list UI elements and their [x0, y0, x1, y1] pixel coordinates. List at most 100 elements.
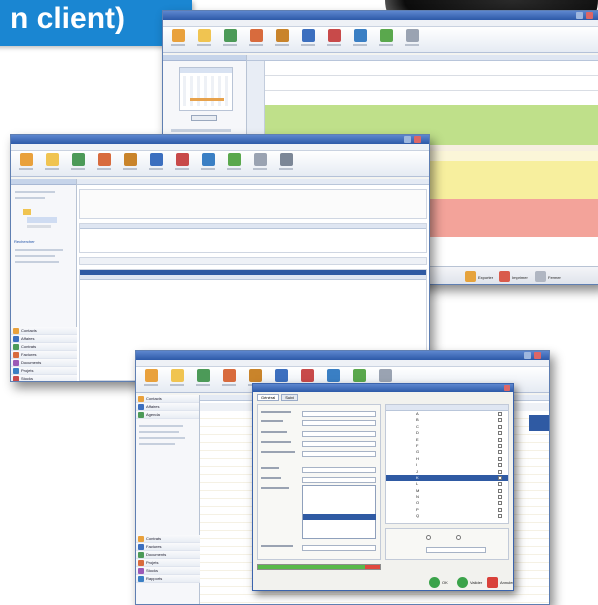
close-icon[interactable] [534, 352, 541, 359]
toolbar-button[interactable] [67, 153, 89, 170]
close-icon[interactable] [586, 12, 593, 19]
minimize-icon[interactable] [524, 352, 531, 359]
tab-follow-up[interactable]: Suivi [281, 394, 298, 401]
agenda-event-red[interactable] [425, 199, 598, 237]
nav-item-affaires[interactable]: Affaires [11, 335, 77, 343]
mini-calendar[interactable] [179, 67, 233, 111]
tree-view[interactable] [17, 207, 67, 233]
toolbar-button[interactable] [297, 29, 319, 46]
nav-item-contrats[interactable]: Contrats [136, 535, 200, 543]
left-pane-link[interactable] [171, 129, 231, 132]
nav-item-rapports[interactable]: Rapports [136, 575, 200, 583]
checkbox-icon[interactable] [498, 495, 502, 500]
nav-item-documents[interactable]: Documents [136, 551, 200, 559]
form-field[interactable] [302, 431, 376, 437]
toolbar-button[interactable] [140, 369, 162, 386]
nav-item-label: Factures [21, 352, 37, 357]
today-button[interactable] [191, 115, 217, 121]
checkbox-icon[interactable] [498, 482, 502, 487]
nav-item-stocks[interactable]: Stocks [11, 375, 77, 381]
nav-item-contacts[interactable]: Contacts [136, 395, 199, 403]
close-icon[interactable] [414, 136, 421, 143]
minimize-icon[interactable] [404, 136, 411, 143]
toolbar-button[interactable] [167, 29, 189, 46]
toolbar-button[interactable] [197, 153, 219, 170]
nav-item-factures[interactable]: Factures [11, 351, 77, 359]
toolbar-button[interactable] [93, 153, 115, 170]
form-field[interactable] [302, 420, 376, 426]
form-field[interactable] [302, 411, 376, 417]
action-bar [79, 257, 427, 265]
checkbox-icon[interactable] [498, 450, 502, 455]
toolbar-button[interactable] [349, 29, 371, 46]
checkbox-icon[interactable] [498, 418, 502, 423]
toolbar-button[interactable] [401, 29, 423, 46]
nav-item-agenda[interactable]: Agenda [136, 411, 199, 419]
checkbox-icon[interactable] [498, 514, 502, 519]
checkbox-icon[interactable] [498, 443, 502, 448]
toolbar-button[interactable] [166, 369, 188, 386]
checkbox-icon[interactable] [498, 501, 502, 506]
ok-button[interactable] [429, 577, 440, 588]
checkbox-icon[interactable] [498, 463, 502, 468]
form-select[interactable] [302, 467, 376, 473]
left-link-search[interactable]: Rechercher [11, 239, 35, 245]
nav-item-stocks[interactable]: Stocks [136, 567, 200, 575]
toolbar-button[interactable] [249, 153, 271, 170]
validate-button[interactable] [457, 577, 468, 588]
form-field[interactable] [426, 547, 486, 553]
toolbar-button-caption [197, 44, 211, 46]
form-select[interactable] [302, 477, 376, 483]
form-field[interactable] [302, 441, 376, 447]
toolbar-button[interactable] [323, 29, 345, 46]
tab-general[interactable]: Général [257, 394, 280, 401]
toolbar-button[interactable] [219, 29, 241, 46]
gear-icon [279, 153, 293, 166]
close-button-label: Fermer [548, 275, 561, 280]
toolbar-button[interactable] [375, 29, 397, 46]
cancel-button[interactable] [487, 577, 498, 588]
nav-item-label: Contacts [21, 328, 37, 333]
checkbox-icon[interactable] [498, 469, 502, 474]
checkbox-icon[interactable] [498, 431, 502, 436]
toolbar-button[interactable] [193, 29, 215, 46]
nav-item-contacts[interactable]: Contacts [11, 327, 77, 335]
checkbox-icon[interactable] [498, 412, 502, 416]
checkbox-icon[interactable] [498, 437, 502, 442]
checkbox-icon[interactable] [498, 488, 502, 493]
checkbox-icon[interactable] [498, 456, 502, 461]
toolbar-button[interactable] [41, 153, 63, 170]
agenda-event-yellow[interactable] [425, 161, 598, 199]
close-icon[interactable] [504, 385, 510, 391]
nav-item-projets[interactable]: Projets [136, 559, 200, 567]
nav-item-factures[interactable]: Factures [136, 543, 200, 551]
form-field[interactable] [302, 545, 376, 551]
dialog-checklist[interactable]: ABCDEFGHIJKLMNOPQ [385, 404, 509, 524]
toolbar-button[interactable] [171, 153, 193, 170]
minimize-icon[interactable] [576, 12, 583, 19]
toolbar-button[interactable] [275, 153, 297, 170]
export-button[interactable] [465, 271, 476, 282]
toolbar-button[interactable] [223, 153, 245, 170]
checklist-item[interactable]: Q [386, 513, 508, 519]
toolbar-button[interactable] [218, 369, 240, 386]
toolbar-button[interactable] [245, 29, 267, 46]
form-field[interactable] [302, 451, 376, 457]
nav-item-documents[interactable]: Documents [11, 359, 77, 367]
print-button[interactable] [499, 271, 510, 282]
checkbox-icon[interactable] [498, 475, 502, 480]
toolbar-button[interactable] [15, 153, 37, 170]
list-window: Rechercher Contacts Affaires Contrats Factu… [10, 134, 430, 382]
toolbar-button[interactable] [192, 369, 214, 386]
nav-item-label: Documents [146, 552, 167, 557]
toolbar-button[interactable] [119, 153, 141, 170]
toolbar-button[interactable] [271, 29, 293, 46]
nav-item-affaires[interactable]: Affaires [136, 403, 199, 411]
checkbox-icon[interactable] [498, 424, 502, 429]
toolbar-button[interactable] [145, 153, 167, 170]
checkbox-icon[interactable] [498, 507, 502, 512]
close-button[interactable] [535, 271, 546, 282]
nav-item-projets[interactable]: Projets [11, 367, 77, 375]
nav-item-contrats[interactable]: Contrats [11, 343, 77, 351]
dropdown-list[interactable] [302, 485, 376, 539]
